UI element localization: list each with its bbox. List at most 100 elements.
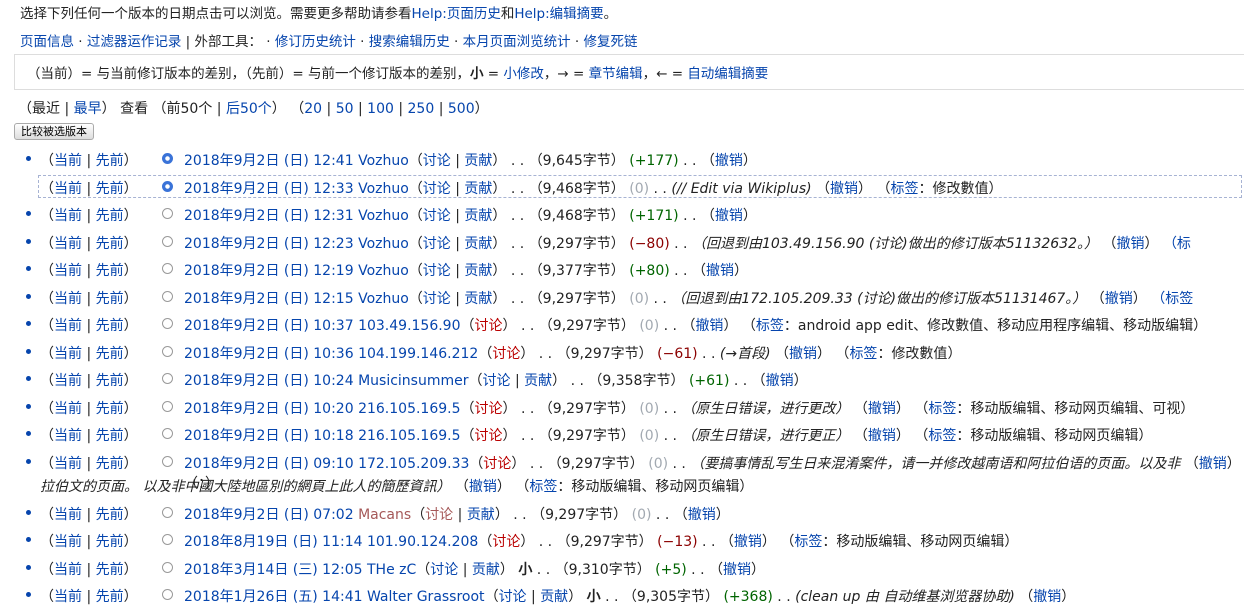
- nav-limit-50[interactable]: 50: [336, 101, 354, 117]
- diff-current-link[interactable]: 当前: [54, 373, 82, 389]
- revision-date-link[interactable]: 2018年9月2日 (日) 09:10: [184, 456, 354, 472]
- revision-radio[interactable]: [162, 589, 173, 600]
- diff-previous-link[interactable]: 先前: [96, 589, 124, 605]
- user-contribs-link[interactable]: 贡献: [540, 589, 568, 605]
- help-page-history-link[interactable]: Help:页面历史: [412, 6, 501, 22]
- user-talk-link[interactable]: 讨论: [423, 153, 451, 169]
- user-talk-link[interactable]: 讨论: [483, 373, 511, 389]
- revision-date-link[interactable]: 2018年8月19日 (日) 11:14: [184, 534, 363, 550]
- user-link[interactable]: THe zC: [367, 562, 416, 578]
- revision-date-link[interactable]: 2018年9月2日 (日) 10:24: [184, 373, 354, 389]
- revision-date-link[interactable]: 2018年9月2日 (日) 10:37: [184, 318, 354, 334]
- diff-current-link[interactable]: 当前: [54, 534, 82, 550]
- user-talk-link[interactable]: 讨论: [475, 318, 503, 334]
- diff-previous-link[interactable]: 先前: [96, 507, 124, 523]
- diff-previous-link[interactable]: 先前: [96, 181, 124, 197]
- diff-current-link[interactable]: 当前: [54, 153, 82, 169]
- revision-date-link[interactable]: 2018年9月2日 (日) 10:36: [184, 346, 354, 362]
- undo-link[interactable]: 撤销: [695, 318, 723, 334]
- undo-link[interactable]: 撤销: [1199, 456, 1227, 472]
- diff-current-link[interactable]: 当前: [54, 208, 82, 224]
- compare-selected-button[interactable]: 比较被选版本: [14, 123, 94, 140]
- revision-radio[interactable]: [162, 208, 173, 219]
- diff-previous-link[interactable]: 先前: [96, 373, 124, 389]
- revision-date-link[interactable]: 2018年9月2日 (日) 07:02: [184, 507, 354, 523]
- undo-link[interactable]: 撤销: [789, 346, 817, 362]
- diff-previous-link[interactable]: 先前: [96, 236, 124, 252]
- search-history-link[interactable]: 搜索编辑历史: [369, 34, 450, 50]
- user-talk-link[interactable]: 讨论: [423, 263, 451, 279]
- undo-link[interactable]: 撤销: [830, 181, 858, 197]
- revision-radio[interactable]: [162, 235, 173, 247]
- diff-current-link[interactable]: 当前: [54, 346, 82, 362]
- diff-previous-link[interactable]: 先前: [96, 208, 124, 224]
- user-contribs-link[interactable]: 贡献: [464, 236, 492, 252]
- filter-log-link[interactable]: 过滤器运作记录: [87, 34, 182, 50]
- user-link[interactable]: 104.199.146.212: [358, 346, 478, 362]
- nav-limit-20[interactable]: 20: [304, 101, 322, 117]
- user-talk-link[interactable]: 讨论: [423, 208, 451, 224]
- tags-link[interactable]: 标签: [928, 428, 956, 444]
- user-link[interactable]: Macans: [358, 507, 411, 523]
- undo-link[interactable]: 撤销: [1105, 291, 1133, 307]
- tags-link[interactable]: （标: [1163, 236, 1191, 252]
- undo-link[interactable]: 撤销: [868, 428, 896, 444]
- user-link[interactable]: Vozhuo: [358, 263, 409, 279]
- user-link[interactable]: 216.105.169.5: [358, 401, 460, 417]
- user-link[interactable]: Walter Grassroot: [367, 589, 485, 605]
- diff-previous-link[interactable]: 先前: [96, 534, 124, 550]
- tags-link[interactable]: 标签: [928, 401, 956, 417]
- diff-current-link[interactable]: 当前: [54, 589, 82, 605]
- user-contribs-link[interactable]: 贡献: [467, 507, 495, 523]
- diff-previous-link[interactable]: 先前: [96, 562, 124, 578]
- revision-radio[interactable]: [162, 318, 173, 329]
- diff-current-link[interactable]: 当前: [54, 291, 82, 307]
- diff-current-link[interactable]: 当前: [54, 318, 82, 334]
- user-link[interactable]: Vozhuo: [358, 208, 409, 224]
- nav-next50-link[interactable]: 后50个: [226, 101, 272, 117]
- diff-previous-link[interactable]: 先前: [96, 456, 124, 472]
- nav-limit-500[interactable]: 500: [448, 101, 475, 117]
- user-link[interactable]: Vozhuo: [358, 236, 409, 252]
- user-talk-link[interactable]: 讨论: [423, 236, 451, 252]
- diff-previous-link[interactable]: 先前: [96, 401, 124, 417]
- user-link[interactable]: 103.49.156.90: [358, 318, 460, 334]
- user-contribs-link[interactable]: 贡献: [464, 153, 492, 169]
- diff-previous-link[interactable]: 先前: [96, 318, 124, 334]
- diff-current-link[interactable]: 当前: [54, 263, 82, 279]
- month-pageviews-link[interactable]: 本月页面浏览统计: [463, 34, 571, 50]
- undo-link[interactable]: 撤销: [688, 507, 716, 523]
- tags-link[interactable]: 标签: [794, 534, 822, 550]
- undo-link[interactable]: 撤销: [734, 534, 762, 550]
- user-contribs-link[interactable]: 贡献: [464, 263, 492, 279]
- diff-current-link[interactable]: 当前: [54, 456, 82, 472]
- revision-radio[interactable]: [162, 263, 173, 274]
- undo-link[interactable]: 撤销: [469, 479, 497, 495]
- user-talk-link[interactable]: 讨论: [483, 456, 511, 472]
- revision-date-link[interactable]: 2018年9月2日 (日) 12:15: [184, 291, 354, 307]
- user-contribs-link[interactable]: 贡献: [472, 562, 500, 578]
- user-link[interactable]: Vozhuo: [358, 153, 409, 169]
- user-contribs-link[interactable]: 贡献: [464, 291, 492, 307]
- undo-link[interactable]: 撤销: [715, 208, 743, 224]
- nav-limit-100[interactable]: 100: [367, 101, 394, 117]
- revision-date-link[interactable]: 2018年9月2日 (日) 12:31: [184, 208, 354, 224]
- diff-current-link[interactable]: 当前: [54, 401, 82, 417]
- undo-link[interactable]: 撤销: [1033, 589, 1061, 605]
- revision-date-link[interactable]: 2018年9月2日 (日) 12:19: [184, 263, 354, 279]
- user-talk-link[interactable]: 讨论: [499, 589, 527, 605]
- user-link[interactable]: 101.90.124.208: [367, 534, 478, 550]
- diff-previous-link[interactable]: 先前: [96, 291, 124, 307]
- undo-link[interactable]: 撤销: [706, 263, 734, 279]
- undo-link[interactable]: 撤销: [1116, 236, 1144, 252]
- revision-radio[interactable]: [162, 153, 173, 164]
- fix-dead-links-link[interactable]: 修复死链: [584, 34, 638, 50]
- page-info-link[interactable]: 页面信息: [20, 34, 74, 50]
- revision-radio[interactable]: [162, 345, 173, 357]
- revision-date-link[interactable]: 2018年9月2日 (日) 12:33: [184, 181, 354, 197]
- tags-link[interactable]: （标签: [1151, 291, 1193, 307]
- legend-auto-summary-link[interactable]: 自动编辑摘要: [687, 66, 768, 82]
- revision-radio[interactable]: [162, 506, 173, 518]
- tags-link[interactable]: 标签: [849, 346, 877, 362]
- user-contribs-link[interactable]: 贡献: [464, 208, 492, 224]
